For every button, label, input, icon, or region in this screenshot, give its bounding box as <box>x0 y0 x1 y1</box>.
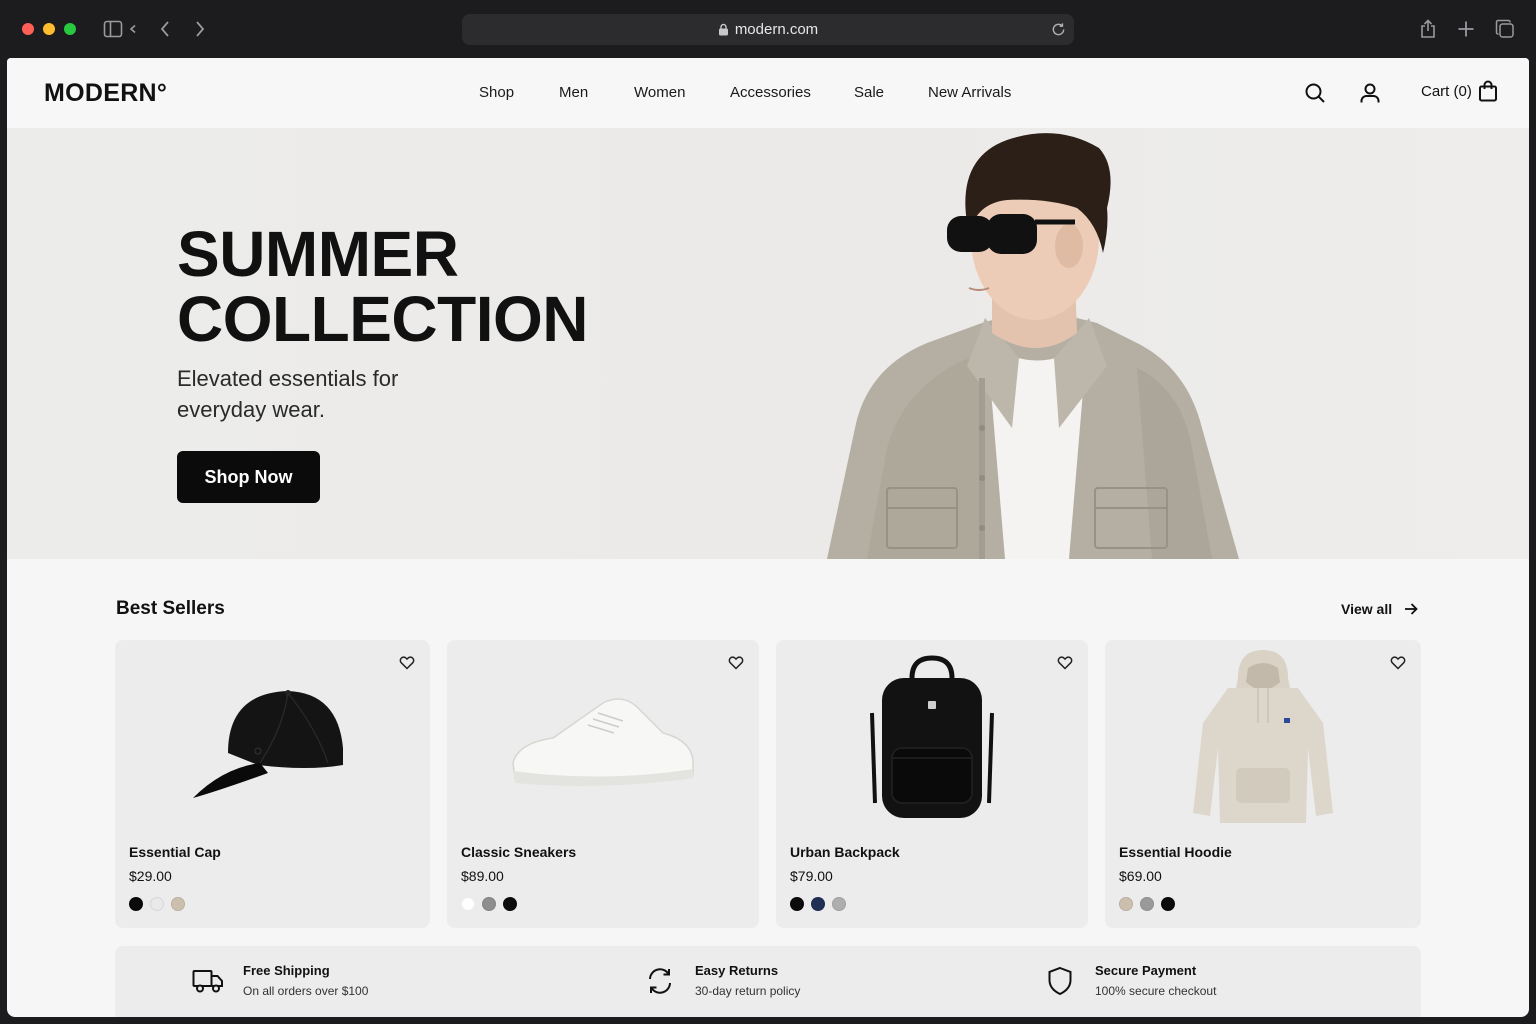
product-name[interactable]: Essential Hoodie <box>1119 844 1232 860</box>
product-card[interactable]: Essential Cap $29.00 <box>115 640 430 928</box>
product-image[interactable] <box>115 640 430 835</box>
refresh-icon <box>643 964 677 998</box>
nav-new-arrivals[interactable]: New Arrivals <box>928 84 1011 101</box>
hero-model-image <box>827 133 1239 559</box>
hero-title-line: COLLECTION <box>177 283 588 355</box>
features-bar: Free Shipping On all orders over $100 Ea… <box>115 946 1421 1017</box>
product-price: $69.00 <box>1119 868 1162 884</box>
view-all-link[interactable]: View all <box>1341 601 1418 617</box>
product-card[interactable]: Essential Hoodie $69.00 <box>1105 640 1421 928</box>
view-all-label: View all <box>1341 601 1393 617</box>
color-swatch[interactable] <box>790 897 804 911</box>
brand-logo[interactable]: MODERN° <box>44 79 167 108</box>
color-swatch[interactable] <box>1161 897 1175 911</box>
product-image[interactable] <box>1105 640 1421 835</box>
heart-icon[interactable] <box>1056 653 1074 671</box>
backpack-image <box>870 654 994 818</box>
product-name[interactable]: Classic Sneakers <box>461 844 576 860</box>
lock-icon <box>718 23 729 36</box>
feature-title: Easy Returns <box>695 963 779 978</box>
feature-title: Secure Payment <box>1095 963 1197 978</box>
color-swatch[interactable] <box>1119 897 1133 911</box>
best-sellers-title: Best Sellers <box>116 598 225 619</box>
feature-title: Free Shipping <box>243 963 330 978</box>
sidebar-toggle-icon[interactable] <box>102 18 124 40</box>
feature-subtitle: 100% secure checkout <box>1095 984 1217 998</box>
hoodie-image <box>1193 649 1333 823</box>
share-icon[interactable] <box>1417 18 1439 40</box>
shield-icon <box>1043 964 1077 998</box>
browser-chrome: modern.com <box>0 0 1536 58</box>
arrow-right-icon <box>1404 603 1418 615</box>
nav-sale[interactable]: Sale <box>854 84 884 101</box>
color-swatch[interactable] <box>461 897 475 911</box>
truck-icon <box>191 964 225 998</box>
hero-banner: SUMMER COLLECTION Elevated essentials fo… <box>7 128 1529 559</box>
feature-subtitle: 30-day return policy <box>695 984 801 998</box>
product-name[interactable]: Urban Backpack <box>790 844 900 860</box>
hero-title-line: SUMMER <box>177 218 459 290</box>
nav-accessories[interactable]: Accessories <box>730 84 811 101</box>
page-viewport: MODERN° Shop Men Women Accessories Sale … <box>7 58 1529 1017</box>
site-header: MODERN° Shop Men Women Accessories Sale … <box>7 58 1529 128</box>
nav-men[interactable]: Men <box>559 84 588 101</box>
color-swatches <box>790 897 853 911</box>
chevron-down-icon[interactable] <box>126 18 140 40</box>
product-card[interactable]: Urban Backpack $79.00 <box>776 640 1088 928</box>
nav-women[interactable]: Women <box>634 84 685 101</box>
maximize-window-button[interactable] <box>64 23 76 35</box>
color-swatch[interactable] <box>832 897 846 911</box>
address-bar[interactable]: modern.com <box>462 14 1074 45</box>
product-image[interactable] <box>776 640 1088 835</box>
tab-overview-icon[interactable] <box>1494 18 1516 40</box>
color-swatch[interactable] <box>1140 897 1154 911</box>
color-swatches <box>129 897 192 911</box>
account-icon[interactable] <box>1358 81 1382 105</box>
color-swatch[interactable] <box>503 897 517 911</box>
forward-icon[interactable] <box>189 18 211 40</box>
heart-icon[interactable] <box>727 653 745 671</box>
product-image[interactable] <box>447 640 759 835</box>
heart-icon[interactable] <box>1389 653 1407 671</box>
hero-subtitle: Elevated essentials for everyday wear. <box>177 366 399 422</box>
cap-image <box>192 689 343 798</box>
sneaker-image <box>512 697 694 786</box>
color-swatch[interactable] <box>811 897 825 911</box>
search-icon[interactable] <box>1303 81 1327 105</box>
shopping-bag-icon <box>1478 80 1498 102</box>
reload-icon[interactable] <box>1048 19 1068 39</box>
heart-icon[interactable] <box>398 653 416 671</box>
cart-label: Cart (0) <box>1421 82 1472 100</box>
back-icon[interactable] <box>154 18 176 40</box>
product-price: $79.00 <box>790 868 833 884</box>
minimize-window-button[interactable] <box>43 23 55 35</box>
url-text: modern.com <box>734 21 819 38</box>
feature-subtitle: On all orders over $100 <box>243 984 369 998</box>
hero-title: SUMMER COLLECTION <box>177 222 588 352</box>
close-window-button[interactable] <box>22 23 34 35</box>
cart-button[interactable]: Cart (0) <box>1421 80 1498 102</box>
color-swatch[interactable] <box>150 897 164 911</box>
nav-shop[interactable]: Shop <box>479 84 514 101</box>
color-swatches <box>461 897 524 911</box>
shop-now-button[interactable]: Shop Now <box>177 451 320 503</box>
color-swatch[interactable] <box>129 897 143 911</box>
product-card[interactable]: Classic Sneakers $89.00 <box>447 640 759 928</box>
product-price: $89.00 <box>461 868 504 884</box>
color-swatch[interactable] <box>171 897 185 911</box>
color-swatch[interactable] <box>482 897 496 911</box>
new-tab-icon[interactable] <box>1455 18 1477 40</box>
color-swatches <box>1119 897 1182 911</box>
product-name[interactable]: Essential Cap <box>129 844 221 860</box>
product-price: $29.00 <box>129 868 172 884</box>
